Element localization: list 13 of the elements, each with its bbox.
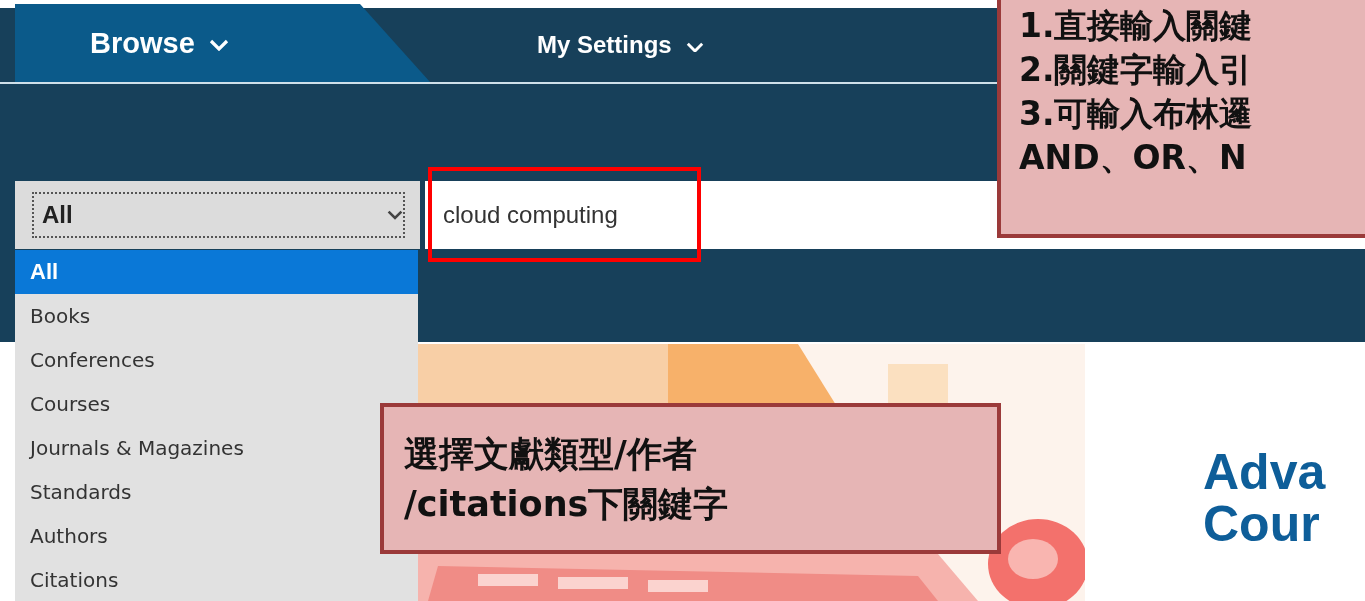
menu-option[interactable]: Citations [15, 558, 418, 601]
chevron-down-icon [685, 41, 704, 53]
hero-heading: Adva Cour [1203, 446, 1326, 554]
menu-option[interactable]: Books [15, 294, 418, 338]
menu-option[interactable]: Conferences [15, 338, 418, 382]
nav-tab[interactable]: My Settings [537, 8, 704, 82]
chevron-down-icon [387, 210, 403, 220]
callout-tooltip: 選擇文獻類型/作者 /citations下關鍵字 [380, 403, 1001, 554]
scope-select[interactable]: All [15, 181, 420, 249]
nav-tab[interactable]: Browse [15, 4, 430, 82]
menu-option[interactable]: All [15, 250, 418, 294]
chevron-down-icon [208, 39, 229, 51]
callout-tooltip: 1.直接輸入關鍵 2.關鍵字輸入引 3.可輸入布林邏 AND、OR、N [997, 0, 1365, 238]
